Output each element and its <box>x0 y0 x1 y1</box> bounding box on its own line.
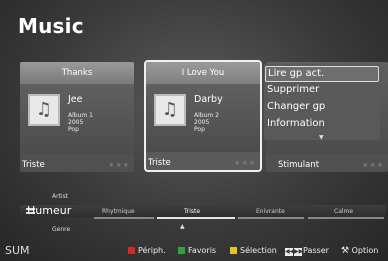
sort-option-enivrante[interactable]: Enivrante <box>256 208 285 215</box>
card-title: I Love You <box>146 62 260 84</box>
page-title: Music <box>18 14 84 38</box>
menu-item-information[interactable]: Information <box>267 118 325 129</box>
favoris-label: Favoris <box>188 246 217 255</box>
sort-prev-label[interactable]: Artist <box>52 193 68 200</box>
sort-next-label[interactable]: Genre <box>52 226 70 233</box>
card-mood: Triste <box>148 158 171 168</box>
passer-button[interactable]: ◀◀▶▶Passer <box>285 246 329 256</box>
fast-forward-icon: ▶▶ <box>294 248 304 256</box>
card-artist: Jee <box>68 94 83 105</box>
tools-icon: ⚒ <box>341 246 350 256</box>
periph-button[interactable]: Périph. <box>128 246 166 255</box>
sort-caret-icon: ▲ <box>180 223 185 230</box>
card-genre: Pop <box>194 126 205 133</box>
menu-item-delete[interactable]: Supprimer <box>267 84 319 95</box>
music-card-1[interactable]: Thanks ♫ Jee Album 1 2005 Pop Triste ★★★ <box>20 62 134 172</box>
card-rating: ★★★ <box>108 161 130 169</box>
passer-label: Passer <box>303 246 329 255</box>
favoris-button[interactable]: Favoris <box>178 246 216 255</box>
card-meta: Album 1 2005 Pop <box>68 112 93 133</box>
sort-current-category[interactable]: Humeur <box>27 204 71 217</box>
card-year: 2005 <box>194 119 210 126</box>
card-mood: Stimulant <box>278 160 320 170</box>
card-title: Thanks <box>20 62 134 84</box>
periph-label: Périph. <box>138 246 166 255</box>
sort-bar <box>20 205 386 217</box>
music-card-2[interactable]: I Love You ♫ Darby Album 2 2005 Pop Tris… <box>144 60 262 172</box>
music-note-icon: ♫ <box>28 94 60 126</box>
option-label: Option <box>351 246 379 255</box>
sort-option-bar <box>238 217 304 219</box>
option-button[interactable]: ⚒ Option <box>341 246 378 256</box>
bottom-bar: SUM Périph. Favoris Sélection ◀◀▶▶Passer… <box>0 242 388 261</box>
card-year: 2005 <box>68 119 84 126</box>
scroll-down-icon[interactable]: ▼ <box>319 134 324 141</box>
selection-button[interactable]: Sélection <box>230 246 277 255</box>
sort-option-bar-active <box>157 217 235 219</box>
sort-option-bar <box>308 217 384 219</box>
card-genre: Pop <box>68 126 79 133</box>
card-album: Album 1 <box>68 112 93 119</box>
card-mood: Triste <box>22 160 45 170</box>
sort-option-triste[interactable]: Triste <box>184 208 200 215</box>
green-key-icon <box>178 247 185 254</box>
card-rating: ★★★ <box>362 161 384 169</box>
card-meta: Album 2 2005 Pop <box>194 112 219 133</box>
music-note-icon: ♫ <box>154 94 186 126</box>
card-album: Album 2 <box>194 112 219 119</box>
device-name: SUM <box>5 244 30 257</box>
red-key-icon <box>128 247 135 254</box>
card-artist: Darby <box>194 94 223 105</box>
sort-option-bar <box>94 217 154 219</box>
selection-label: Sélection <box>240 246 277 255</box>
yellow-key-icon <box>230 247 237 254</box>
menu-item-play-group[interactable]: Lire gp act. <box>265 66 379 82</box>
card-rating: ★★★ <box>234 159 256 167</box>
sort-option-rhytmique[interactable]: Rhytmique <box>102 208 135 215</box>
rewind-icon: ◀◀ <box>285 248 295 256</box>
context-menu: Lire gp act. Supprimer Changer gp Inform… <box>264 64 380 141</box>
menu-item-change-group[interactable]: Changer gp <box>267 101 325 112</box>
sort-option-calme[interactable]: Calme <box>334 208 353 215</box>
